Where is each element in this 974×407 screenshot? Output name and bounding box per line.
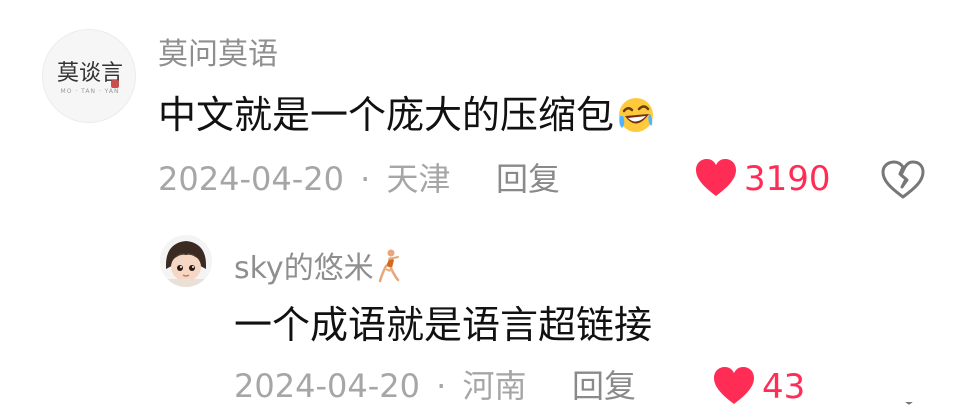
meta-separator: · bbox=[360, 160, 371, 198]
dancer-icon bbox=[378, 249, 399, 283]
reply-avatar[interactable] bbox=[160, 235, 212, 287]
broken-heart-icon[interactable] bbox=[880, 160, 926, 200]
comment-date: 2024-04-20 bbox=[158, 160, 344, 198]
comment-meta: 2024-04-20 · 天津 bbox=[158, 163, 451, 195]
heart-icon[interactable] bbox=[694, 158, 738, 198]
reply-button[interactable]: 回复 bbox=[496, 163, 560, 195]
comment-text: 中文就是一个庞大的压缩包 bbox=[158, 93, 615, 137]
comment-body: 中文就是一个庞大的压缩包 bbox=[158, 94, 656, 134]
meta-separator: · bbox=[436, 367, 447, 405]
reply-user-row: sky的悠米 bbox=[234, 248, 402, 284]
reply-heart-icon[interactable] bbox=[712, 366, 756, 406]
laughing-crying-emoji-icon bbox=[619, 98, 654, 132]
reply-meta: 2024-04-20 · 河南 bbox=[234, 370, 527, 402]
reply-text: 一个成语就是语言超链接 bbox=[234, 303, 653, 347]
comment-location: 天津 bbox=[386, 160, 451, 198]
like-count: 3190 bbox=[744, 159, 831, 199]
seal-stamp-icon bbox=[111, 80, 119, 88]
avatar[interactable]: 莫谈言 MO · TAN · YAN bbox=[42, 29, 136, 123]
avatar-seal-subtext: MO · TAN · YAN bbox=[60, 88, 120, 95]
reply-location: 河南 bbox=[462, 367, 527, 405]
comment-username[interactable]: 莫问莫语 bbox=[158, 40, 278, 70]
reply-reply-button[interactable]: 回复 bbox=[572, 370, 636, 402]
watermark-overlay bbox=[808, 362, 968, 402]
avatar-image-icon bbox=[160, 235, 212, 287]
reply-date: 2024-04-20 bbox=[234, 367, 420, 405]
reply-username[interactable]: sky的悠米 bbox=[234, 251, 374, 286]
